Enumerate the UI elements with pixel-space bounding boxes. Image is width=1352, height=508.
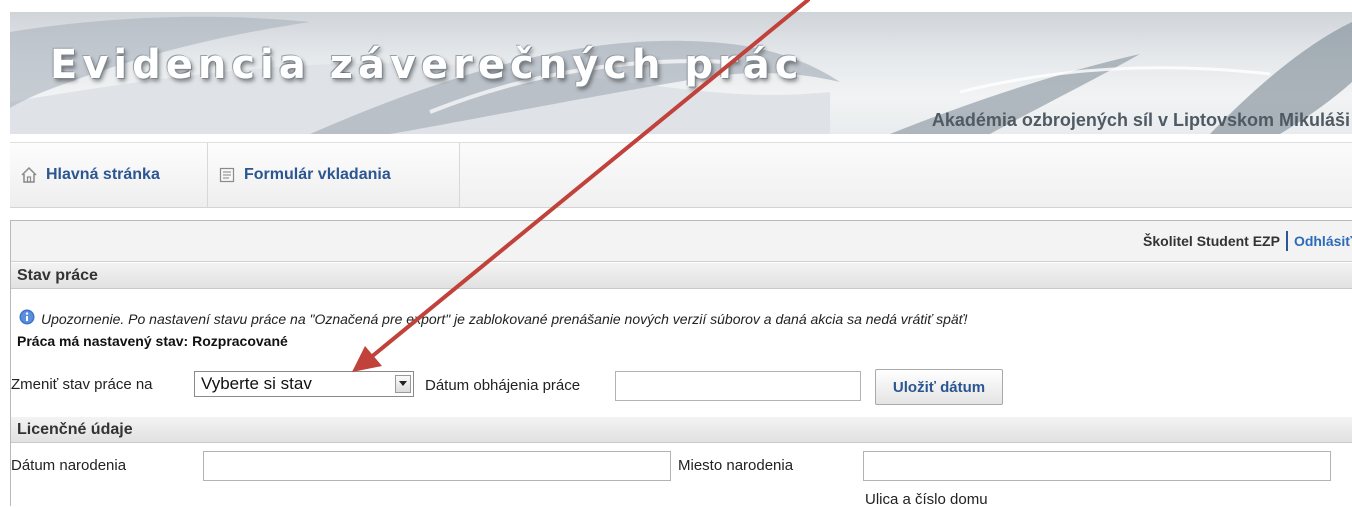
change-state-label: Zmeniť stav práce na — [11, 376, 153, 393]
info-icon — [19, 309, 35, 328]
chevron-down-icon[interactable] — [395, 375, 411, 393]
state-select-value: Vyberte si stav — [201, 374, 312, 393]
state-select[interactable]: Vyberte si stav — [194, 371, 414, 397]
section-header-license: Licenčné údaje — [11, 417, 1352, 443]
notice-text: Upozornenie. Po nastavení stavu práce na… — [41, 310, 968, 327]
street-label: Ulica a číslo domu — [865, 491, 988, 508]
nav-item-home[interactable]: Hlavná stránka — [10, 143, 208, 207]
defense-date-label: Dátum obhájenia práce — [425, 377, 581, 394]
birth-date-field[interactable] — [203, 451, 671, 481]
thesis-detail-panel: Školitel Student EZP Odhlásiť Stav práce… — [10, 220, 1352, 508]
nav-item-insert-form[interactable]: Formulár vkladania — [208, 143, 460, 207]
home-icon — [20, 166, 38, 184]
separator — [1285, 231, 1288, 251]
section-header-status: Stav práce — [11, 263, 1352, 289]
main-navigation: Hlavná stránka Formulár vkladania — [10, 142, 1352, 208]
document-icon — [218, 166, 236, 184]
organization-name: Akadémia ozbrojených síl v Liptovskom Mi… — [931, 110, 1350, 130]
save-date-button[interactable]: Uložiť dátum — [875, 369, 1003, 405]
birth-date-label: Dátum narodenia — [11, 457, 127, 474]
user-bar: Školitel Student EZP Odhlásiť — [11, 221, 1352, 262]
app-title: Evidencia záverečných prác — [50, 42, 804, 88]
current-state: Práca má nastavený stav: Rozpracované — [17, 333, 288, 349]
export-warning-notice: Upozornenie. Po nastavení stavu práce na… — [19, 309, 968, 328]
logout-link[interactable]: Odhlásiť — [1294, 233, 1352, 249]
nav-item-label: Hlavná stránka — [46, 166, 160, 183]
header-banner: Evidencia záverečných prác Akadémia ozbr… — [10, 12, 1352, 134]
defense-date-field[interactable] — [615, 371, 861, 401]
birth-place-label: Miesto narodenia — [678, 457, 794, 474]
birth-place-field[interactable] — [863, 451, 1331, 481]
user-name: Školitel Student EZP — [1143, 233, 1280, 249]
nav-item-label: Formulár vkladania — [244, 166, 391, 183]
